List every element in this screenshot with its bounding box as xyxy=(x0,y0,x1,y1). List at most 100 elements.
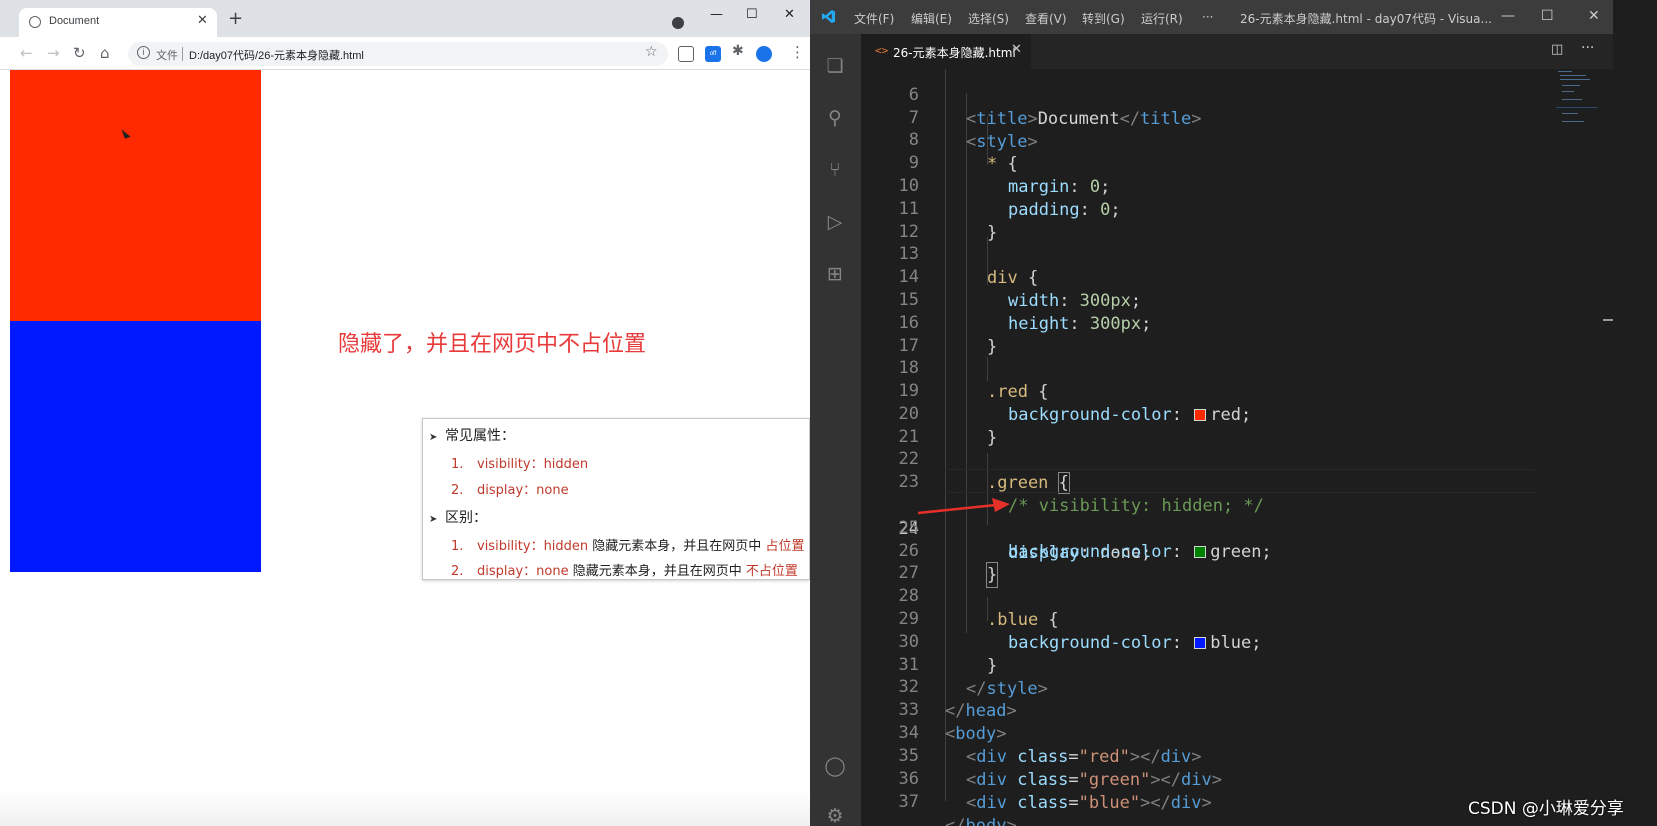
screen: Document ✕ + — ☐ ✕ ← → ↻ ⌂ i 文件 D:/day07… xyxy=(0,0,1657,826)
globe-icon xyxy=(29,16,41,28)
extensions-icon[interactable]: ⊞ xyxy=(823,262,847,286)
notes-item: 1. visibility：hidden xyxy=(451,453,588,472)
code-line: 26 } xyxy=(861,515,1561,588)
menu-file[interactable]: 文件(F) xyxy=(854,10,894,27)
menu-run[interactable]: 运行(R) xyxy=(1141,10,1183,27)
watermark: CSDN @小琳爱分享 xyxy=(1468,799,1624,819)
extensions-puzzle-icon[interactable]: ✱ xyxy=(732,43,748,59)
screenshot-extension-icon[interactable] xyxy=(678,46,694,62)
settings-gear-icon[interactable]: ⚙ xyxy=(823,804,847,826)
minimap-line xyxy=(1562,121,1584,122)
vscode-maximize-button[interactable]: ☐ xyxy=(1541,8,1554,24)
browser-tab-strip: Document ✕ + — ☐ ✕ xyxy=(0,0,810,37)
item-prop: display：none xyxy=(477,564,569,579)
notes-heading-1: 常见属性： xyxy=(445,428,515,444)
minimap-line xyxy=(1560,75,1586,76)
line-code: </body> xyxy=(945,816,1017,826)
editor-scrollbar[interactable] xyxy=(1603,319,1613,321)
bookmark-star-icon[interactable]: ☆ xyxy=(645,44,658,60)
reload-button[interactable]: ↻ xyxy=(73,44,86,62)
item-number: 1. xyxy=(451,457,464,472)
menu-edit[interactable]: 编辑(E) xyxy=(911,10,952,27)
minimap[interactable] xyxy=(1556,69,1601,169)
maximize-button[interactable]: ☐ xyxy=(746,7,758,22)
split-editor-icon[interactable]: ◫ xyxy=(1551,42,1563,57)
address-divider xyxy=(182,47,183,61)
scheme-label: 文件 xyxy=(156,49,178,62)
tab-title: Document xyxy=(49,15,100,27)
back-button[interactable]: ← xyxy=(20,44,33,62)
source-control-icon[interactable]: ⑂ xyxy=(823,158,847,182)
run-debug-icon[interactable]: ▷ xyxy=(823,210,847,234)
code-line: 19 background-color: red; xyxy=(861,355,1561,425)
item-desc: 隐藏元素本身，并且在网页中 xyxy=(588,539,766,554)
code-line: 11 } xyxy=(861,173,1561,243)
vscode-titlebar: 文件(F) 编辑(E) 选择(S) 查看(V) 转到(G) 运行(R) ··· … xyxy=(810,0,1613,34)
profile-avatar-icon[interactable] xyxy=(756,46,772,62)
code-line: 32 </head> xyxy=(861,651,1561,721)
browser-toolbar: ← → ↻ ⌂ i 文件 D:/day07代码/26-元素本身隐藏.html ☆… xyxy=(0,37,810,70)
menu-more[interactable]: ··· xyxy=(1202,10,1213,24)
item-number: 1. xyxy=(451,539,464,554)
editor-tab-close-icon[interactable]: ✕ xyxy=(1011,42,1022,57)
editor-tab[interactable]: <> 26-元素本身隐藏.html ✕ xyxy=(861,34,1031,69)
browser-tab-document[interactable]: Document ✕ xyxy=(19,8,217,37)
tab-close-icon[interactable]: ✕ xyxy=(197,13,208,28)
vscode-minimize-button[interactable]: — xyxy=(1501,8,1515,24)
code-line: 28 .blue { xyxy=(861,560,1561,630)
red-box xyxy=(10,70,261,321)
html-file-icon: <> xyxy=(875,44,889,57)
editor-tab-bar: <> 26-元素本身隐藏.html ✕ ◫ ··· xyxy=(861,34,1613,69)
item-highlight: 不占位置 xyxy=(745,564,798,579)
close-window-button[interactable]: ✕ xyxy=(784,7,795,22)
new-tab-button[interactable]: + xyxy=(228,10,243,28)
notes-panel: ➤ 常见属性： 1. visibility：hidden 2. display：non… xyxy=(422,418,810,580)
code-line: 10 padding: 0; xyxy=(861,150,1561,220)
minimap-line xyxy=(1562,99,1582,100)
item-number: 2. xyxy=(451,483,464,498)
off-extension-icon[interactable]: off xyxy=(705,46,721,62)
browser-menu-icon[interactable]: ⋮ xyxy=(790,43,806,61)
code-line: 15 height: 300px; xyxy=(861,264,1561,334)
minimize-button[interactable]: — xyxy=(710,7,723,22)
menu-go[interactable]: 转到(G) xyxy=(1082,10,1125,27)
code-line: 36 <div class="blue"></div> xyxy=(861,743,1561,813)
site-info-icon[interactable]: i xyxy=(137,46,150,59)
arrow-bullet-icon: ➤ xyxy=(429,432,438,443)
item-text: display：none xyxy=(477,483,569,498)
code-line: 35 <div class="green"></div> xyxy=(861,720,1561,790)
current-line-highlight xyxy=(945,469,1535,493)
notes-heading-2: 区别： xyxy=(445,510,487,526)
item-text: visibility：hidden xyxy=(477,457,589,472)
code-line: 34 <div class="red"></div> xyxy=(861,697,1561,767)
tab-search-icon[interactable] xyxy=(672,17,684,29)
code-line: 9 margin: 0; xyxy=(861,127,1561,197)
home-button[interactable]: ⌂ xyxy=(100,44,110,62)
notes-heading-difference: ➤ 区别： xyxy=(429,507,487,527)
screen-right-edge xyxy=(1613,0,1657,826)
code-line: 22 .green { xyxy=(861,423,1561,494)
item-number: 2. xyxy=(451,564,464,579)
code-line: 13 div { xyxy=(861,218,1561,288)
notes-item: 1. visibility：hidden 隐藏元素本身，并且在网页中 占位置 xyxy=(451,535,804,554)
editor-tab-label: 26-元素本身隐藏.html xyxy=(893,46,1016,60)
vscode-close-button[interactable]: ✕ xyxy=(1588,8,1600,24)
notes-item: 2. display：none 隐藏元素本身，并且在网页中 不占位置 xyxy=(451,560,798,579)
line-number: 37 xyxy=(898,792,919,812)
forward-button[interactable]: → xyxy=(47,44,60,62)
code-line: 20 } xyxy=(861,378,1561,448)
account-icon[interactable]: ◯ xyxy=(823,754,847,778)
menu-selection[interactable]: 选择(S) xyxy=(968,10,1009,27)
address-bar[interactable]: i 文件 D:/day07代码/26-元素本身隐藏.html ☆ xyxy=(128,42,668,66)
minimap-line xyxy=(1560,79,1590,80)
arrow-bullet-icon: ➤ xyxy=(429,514,438,525)
more-actions-icon[interactable]: ··· xyxy=(1581,40,1594,56)
code-editor[interactable]: 6 <title>Document</title> 7 <style> 8 * … xyxy=(861,69,1613,826)
code-line: 6 <title>Document</title> xyxy=(861,69,1561,129)
menu-view[interactable]: 查看(V) xyxy=(1025,10,1067,27)
url-text[interactable]: D:/day07代码/26-元素本身隐藏.html xyxy=(189,47,364,63)
explorer-icon[interactable]: ❏ xyxy=(823,54,847,78)
annotation-text: 隐藏了，并且在网页中不占位置 xyxy=(338,332,647,357)
search-icon[interactable]: ⚲ xyxy=(823,106,847,130)
minimap-line xyxy=(1562,85,1580,86)
